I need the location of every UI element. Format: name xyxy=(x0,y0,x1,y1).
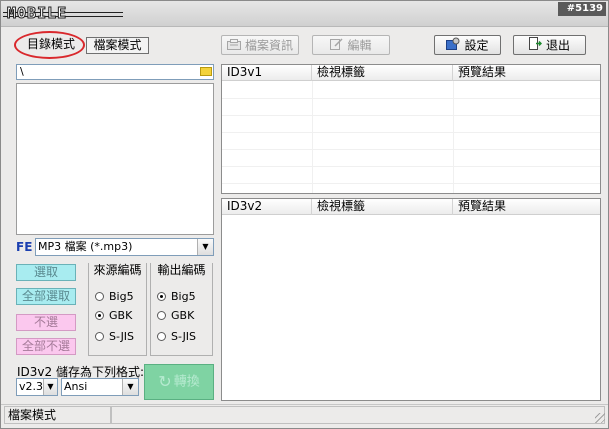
file-info-button[interactable]: 檔案資訊 xyxy=(221,35,299,55)
exit-button[interactable]: 退出 xyxy=(513,35,586,55)
deselect-button[interactable]: 不選 xyxy=(16,314,76,331)
file-info-label: 檔案資訊 xyxy=(244,38,293,53)
radio-dot-selected xyxy=(157,292,166,301)
grid-line xyxy=(222,166,600,167)
path-value: \ xyxy=(20,65,24,78)
grid-line xyxy=(222,98,600,99)
exit-door-icon xyxy=(528,36,543,55)
output-encoding-title: 輸出編碼 xyxy=(151,263,212,277)
column-header[interactable]: 檢視標籤 xyxy=(312,65,453,81)
path-input[interactable]: \ xyxy=(16,64,214,80)
edit-button[interactable]: 編輯 xyxy=(312,35,390,55)
id3v1-table-header: ID3v1 檢視標籤 預覽結果 xyxy=(222,65,600,81)
output-radio-gbk[interactable]: GBK xyxy=(157,309,194,322)
encoding-value: Ansi xyxy=(64,380,88,393)
directory-list[interactable] xyxy=(16,83,214,235)
grid-line xyxy=(222,132,600,133)
settings-icon xyxy=(446,37,460,55)
chevron-down-icon[interactable]: ▼ xyxy=(43,379,57,395)
file-filter-value: MP3 檔案 (*.mp3) xyxy=(38,240,133,253)
source-encoding-title: 來源編碼 xyxy=(89,263,146,277)
source-radio-sjis-label: S-JIS xyxy=(109,330,135,343)
radio-dot xyxy=(95,292,104,301)
edit-label: 編輯 xyxy=(347,38,372,53)
radio-dot xyxy=(157,311,166,320)
deselect-all-button[interactable]: 全部不選 xyxy=(16,338,76,355)
grid-line xyxy=(222,115,600,116)
id3v1-table[interactable]: ID3v1 檢視標籤 預覽結果 xyxy=(221,64,601,194)
settings-label: 設定 xyxy=(464,38,489,53)
radio-dot xyxy=(95,332,104,341)
directory-mode-button[interactable]: 目錄模式 xyxy=(21,37,81,54)
column-header[interactable]: 預覽結果 xyxy=(453,65,600,81)
column-header[interactable]: ID3v1 xyxy=(222,65,312,81)
output-radio-big5[interactable]: Big5 xyxy=(157,290,196,303)
app-window: MOBILE #5139 目錄模式 檔案模式 檔案資訊 編輯 設定 退出 \ F… xyxy=(0,0,609,429)
status-bar: 檔案模式 xyxy=(1,404,608,426)
source-radio-gbk[interactable]: GBK xyxy=(95,309,132,322)
refresh-icon: ↻ xyxy=(158,372,172,391)
file-filter-select[interactable]: MP3 檔案 (*.mp3) ▼ xyxy=(35,238,214,256)
output-encoding-group: 輸出編碼 Big5 GBK S-JIS xyxy=(150,263,213,356)
settings-button[interactable]: 設定 xyxy=(434,35,501,55)
output-radio-sjis[interactable]: S-JIS xyxy=(157,330,196,343)
select-all-button[interactable]: 全部選取 xyxy=(16,288,76,305)
build-badge: #5139 xyxy=(558,2,606,16)
status-message xyxy=(111,406,605,424)
id3-version-value: v2.3 xyxy=(19,380,44,393)
encoding-select[interactable]: Ansi ▼ xyxy=(61,378,139,396)
column-header[interactable]: ID3v2 xyxy=(222,199,312,215)
fe-label: FE xyxy=(16,240,33,254)
select-button[interactable]: 選取 xyxy=(16,264,76,281)
id3v2-table[interactable]: ID3v2 檢視標籤 預覽結果 xyxy=(221,198,601,401)
file-mode-button[interactable]: 檔案模式 xyxy=(86,37,149,54)
column-header[interactable]: 檢視標籤 xyxy=(312,199,453,215)
title-bar: MOBILE #5139 xyxy=(1,1,608,27)
column-header[interactable]: 預覽結果 xyxy=(453,199,600,215)
app-logo: MOBILE xyxy=(3,2,163,24)
output-radio-big5-label: Big5 xyxy=(171,290,196,303)
folder-icon[interactable] xyxy=(200,67,212,76)
radio-dot xyxy=(157,332,166,341)
edit-icon xyxy=(330,37,344,55)
id3-version-select[interactable]: v2.3 ▼ xyxy=(16,378,58,396)
source-encoding-group: 來源編碼 Big5 GBK S-JIS xyxy=(88,263,147,356)
chevron-down-icon[interactable]: ▼ xyxy=(122,379,138,395)
output-radio-gbk-label: GBK xyxy=(171,309,195,322)
radio-dot-selected xyxy=(95,311,104,320)
source-radio-big5[interactable]: Big5 xyxy=(95,290,134,303)
convert-button[interactable]: ↻ 轉換 xyxy=(144,364,214,400)
source-radio-big5-label: Big5 xyxy=(109,290,134,303)
output-radio-sjis-label: S-JIS xyxy=(171,330,197,343)
source-radio-sjis[interactable]: S-JIS xyxy=(95,330,134,343)
resize-grip-icon[interactable] xyxy=(595,413,605,423)
source-radio-gbk-label: GBK xyxy=(109,309,133,322)
grid-line xyxy=(222,149,600,150)
chevron-down-icon[interactable]: ▼ xyxy=(197,239,213,255)
grid-line xyxy=(222,183,600,184)
logo-text: MOBILE xyxy=(6,4,68,23)
exit-label: 退出 xyxy=(545,38,570,53)
id3v2-table-header: ID3v2 檢視標籤 預覽結果 xyxy=(222,199,600,215)
convert-label: 轉換 xyxy=(173,374,200,390)
status-mode: 檔案模式 xyxy=(4,406,111,424)
file-info-icon xyxy=(226,37,241,55)
